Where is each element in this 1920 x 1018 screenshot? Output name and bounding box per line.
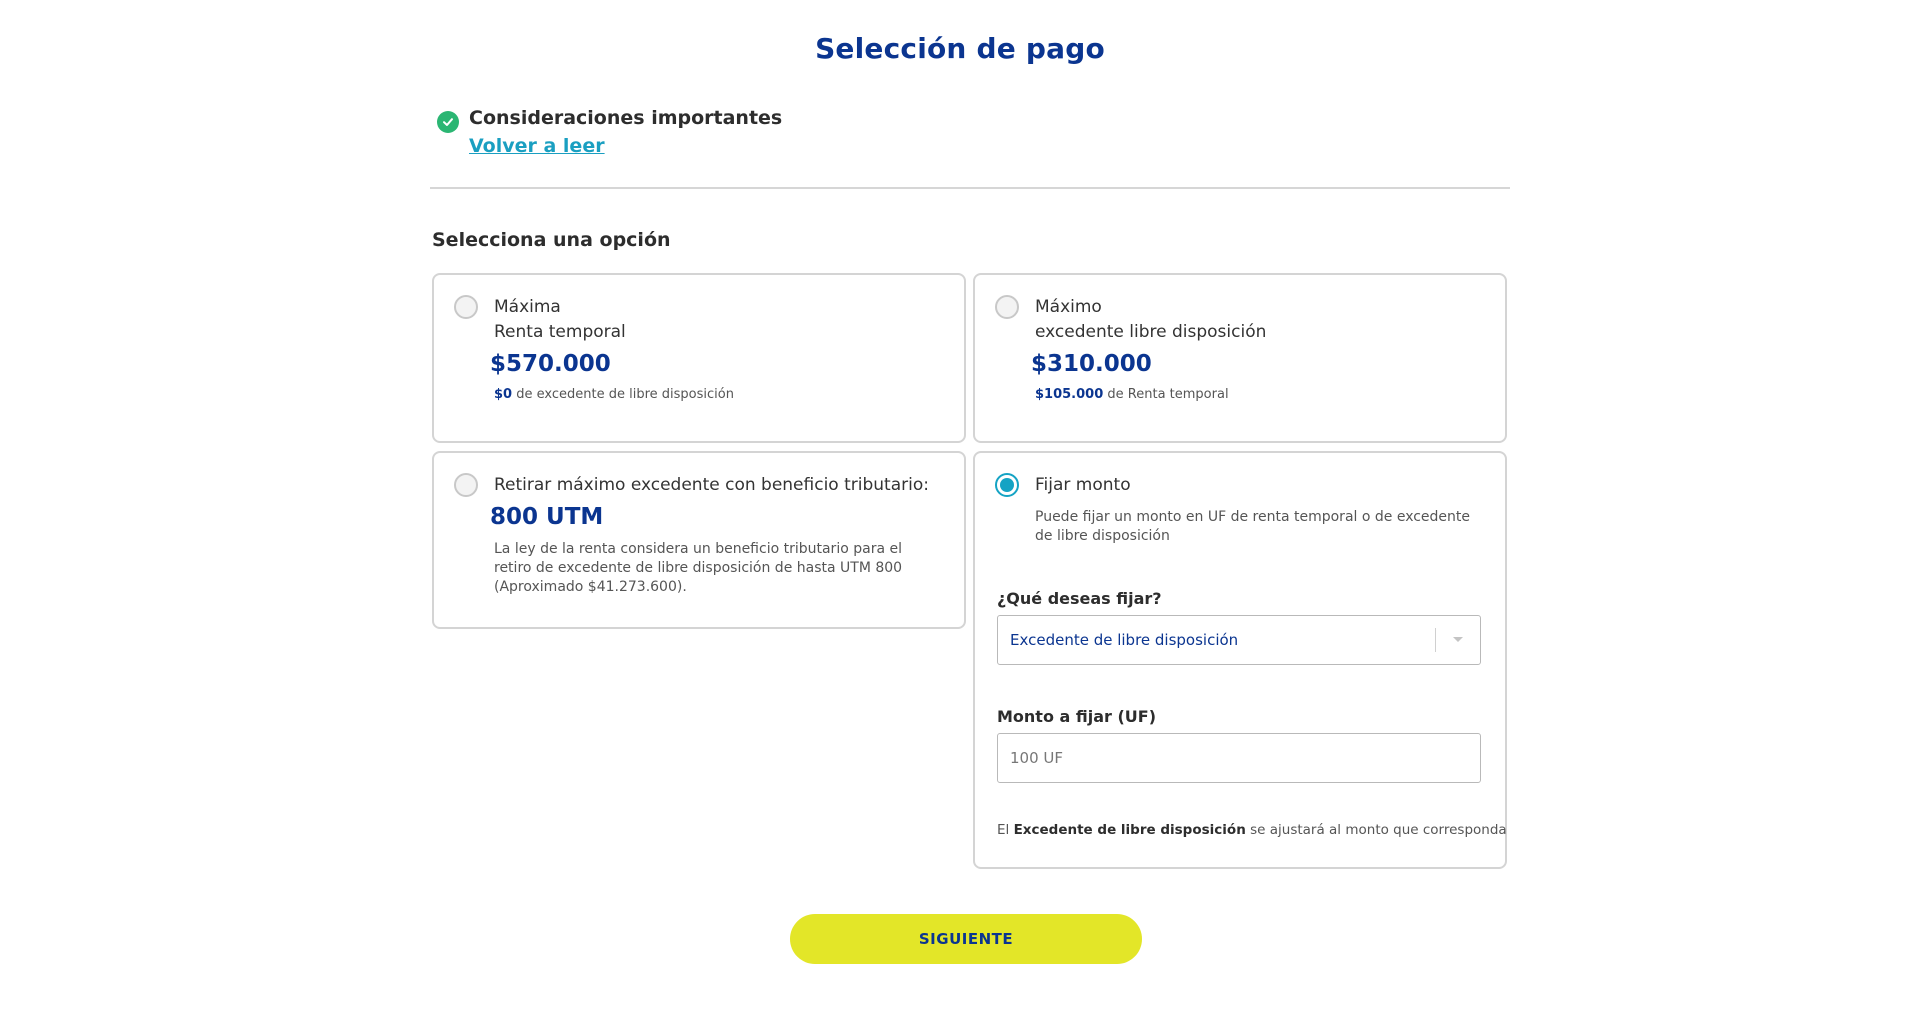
option-amount: $310.000	[1031, 351, 1152, 377]
hint-prefix: El	[997, 822, 1010, 838]
option-card-beneficio-tributario[interactable]: Retirar máximo excedente con beneficio t…	[432, 451, 966, 629]
what-to-fix-select[interactable]: Excedente de libre disposición	[997, 615, 1481, 665]
amount-input[interactable]	[997, 733, 1481, 783]
considerations-title: Consideraciones importantes	[469, 107, 783, 129]
considerations-text: Consideraciones importantes Volver a lee…	[469, 107, 782, 157]
section-label: Selecciona una opción	[432, 229, 671, 251]
adjust-hint: El Excedente de libre disposición se aju…	[997, 822, 1507, 838]
option-card-max-renta-temporal[interactable]: Máxima Renta temporal $570.000 $0 de exc…	[432, 273, 966, 443]
option-card-fijar-monto[interactable]: Fijar monto Puede fijar un monto en UF d…	[973, 451, 1507, 869]
option-subtitle: Renta temporal	[494, 322, 626, 342]
option-card-body: Fijar monto Puede fijar un monto en UF d…	[1035, 473, 1481, 546]
note-text: de excedente de libre disposición	[516, 387, 734, 402]
chevron-down-icon[interactable]	[1436, 636, 1480, 644]
hint-bold: Excedente de libre disposición	[1013, 822, 1246, 838]
option-card-body: Máximo excedente libre disposición $310.…	[1031, 295, 1481, 402]
note-text: de Renta temporal	[1107, 387, 1229, 402]
radio-button[interactable]	[454, 295, 478, 319]
amount-label: Monto a fijar (UF)	[997, 707, 1157, 726]
option-title: Máximo	[1035, 297, 1102, 317]
option-card-body: Máxima Renta temporal $570.000 $0 de exc…	[490, 295, 940, 402]
option-amount: $570.000	[490, 351, 611, 377]
hint-suffix: se ajustará al monto que corresponda	[1250, 822, 1507, 838]
radio-button[interactable]	[995, 295, 1019, 319]
option-title: Fijar monto	[1035, 475, 1131, 495]
divider	[430, 187, 1510, 189]
reread-link[interactable]: Volver a leer	[469, 135, 782, 157]
option-amount: 800 UTM	[490, 504, 604, 530]
option-card-max-excedente[interactable]: Máximo excedente libre disposición $310.…	[973, 273, 1507, 443]
check-circle-icon	[437, 111, 459, 133]
option-note: $105.000 de Renta temporal	[1035, 387, 1481, 402]
note-value: $105.000	[1035, 387, 1104, 402]
radio-button[interactable]	[454, 473, 478, 497]
next-button[interactable]: SIGUIENTE	[790, 914, 1142, 964]
option-note: $0 de excedente de libre disposición	[494, 387, 940, 402]
considerations-block: Consideraciones importantes Volver a lee…	[437, 107, 782, 157]
radio-button-selected[interactable]	[995, 473, 1019, 497]
option-description: Puede fijar un monto en UF de renta temp…	[1035, 509, 1471, 544]
option-title: Máxima	[494, 297, 561, 317]
option-card-body: Retirar máximo excedente con beneficio t…	[490, 473, 940, 597]
option-subtitle: excedente libre disposición	[1035, 322, 1267, 342]
option-title: Retirar máximo excedente con beneficio t…	[494, 475, 929, 495]
option-description: La ley de la renta considera un benefici…	[494, 541, 903, 595]
select-value: Excedente de libre disposición	[1010, 631, 1239, 649]
what-to-fix-label: ¿Qué deseas fijar?	[997, 589, 1162, 608]
note-value: $0	[494, 387, 513, 402]
page-title: Selección de pago	[815, 32, 1105, 65]
